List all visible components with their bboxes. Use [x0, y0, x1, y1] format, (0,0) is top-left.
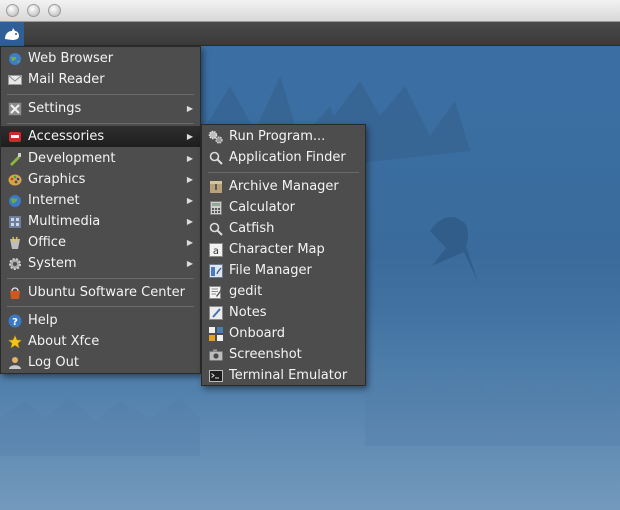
globe-icon: [7, 51, 22, 66]
menu-item-file-manager[interactable]: File Manager: [202, 260, 365, 281]
submenu-arrow-icon: ▶: [186, 217, 193, 226]
menu-item-notes[interactable]: Notes: [202, 302, 365, 323]
mail-icon: [7, 72, 22, 87]
menu-item-application-finder[interactable]: Application Finder: [202, 147, 365, 168]
logout-icon: [7, 355, 22, 370]
settings-icon: [7, 101, 22, 116]
system-icon: [7, 256, 22, 271]
menu-item-onboard[interactable]: Onboard: [202, 323, 365, 344]
calculator-icon: [208, 200, 223, 215]
multimedia-icon: [7, 214, 22, 229]
file-manager-icon: [208, 263, 223, 278]
menu-item-log-out[interactable]: Log Out: [1, 352, 200, 373]
submenu-arrow-icon: ▶: [186, 132, 193, 141]
zoom-window-button[interactable]: [48, 4, 61, 17]
search-icon: [208, 221, 223, 236]
applications-menu: Web Browser Mail Reader Settings ▶ Acces…: [0, 46, 201, 374]
menu-item-web-browser[interactable]: Web Browser: [1, 48, 200, 69]
menu-separator: [7, 123, 194, 124]
menu-item-settings[interactable]: Settings ▶: [1, 98, 200, 119]
internet-icon: [7, 193, 22, 208]
menu-item-terminal-emulator[interactable]: Terminal Emulator: [202, 365, 365, 386]
menu-separator: [7, 278, 194, 279]
top-panel: [0, 22, 620, 46]
menu-item-mail-reader[interactable]: Mail Reader: [1, 69, 200, 90]
menu-item-office[interactable]: Office ▶: [1, 232, 200, 253]
menu-item-multimedia[interactable]: Multimedia ▶: [1, 211, 200, 232]
menu-item-accessories[interactable]: Accessories ▶: [1, 126, 200, 147]
camera-icon: [208, 347, 223, 362]
accessories-icon: [7, 129, 22, 144]
menu-item-about-xfce[interactable]: About Xfce: [1, 331, 200, 352]
bird-silhouette: [430, 217, 478, 282]
development-icon: [7, 151, 22, 166]
submenu-arrow-icon: ▶: [186, 196, 193, 205]
character-map-icon: a: [208, 242, 223, 257]
menu-item-system[interactable]: System ▶: [1, 253, 200, 274]
accessories-submenu: Run Program... Application Finder Archiv…: [201, 124, 366, 386]
submenu-arrow-icon: ▶: [186, 104, 193, 113]
software-center-icon: [7, 285, 22, 300]
submenu-arrow-icon: ▶: [186, 175, 193, 184]
terminal-icon: [208, 368, 223, 383]
menu-item-help[interactable]: ? Help: [1, 310, 200, 331]
menu-separator: [7, 94, 194, 95]
search-icon: [208, 150, 223, 165]
run-program-icon: [208, 129, 223, 144]
menu-item-ubuntu-software-center[interactable]: Ubuntu Software Center: [1, 282, 200, 303]
menu-item-internet[interactable]: Internet ▶: [1, 190, 200, 211]
menu-item-calculator[interactable]: Calculator: [202, 197, 365, 218]
menu-item-screenshot[interactable]: Screenshot: [202, 344, 365, 365]
xfce-mouse-icon: [5, 28, 19, 40]
keyboard-icon: [208, 326, 223, 341]
notes-icon: [208, 305, 223, 320]
menu-item-gedit[interactable]: gedit: [202, 281, 365, 302]
graphics-icon: [7, 172, 22, 187]
star-icon: [7, 334, 22, 349]
menu-item-run-program[interactable]: Run Program...: [202, 126, 365, 147]
window-titlebar: [0, 0, 620, 22]
submenu-arrow-icon: ▶: [186, 154, 193, 163]
applications-menu-button[interactable]: [0, 22, 24, 46]
help-icon: ?: [7, 313, 22, 328]
menu-separator: [7, 306, 194, 307]
text-editor-icon: [208, 284, 223, 299]
submenu-arrow-icon: ▶: [186, 259, 193, 268]
svg-text:a: a: [212, 246, 218, 257]
office-icon: [7, 235, 22, 250]
svg-text:?: ?: [12, 317, 18, 328]
archive-icon: [208, 179, 223, 194]
menu-item-character-map[interactable]: a Character Map: [202, 239, 365, 260]
submenu-arrow-icon: ▶: [186, 238, 193, 247]
menu-item-graphics[interactable]: Graphics ▶: [1, 169, 200, 190]
menu-item-archive-manager[interactable]: Archive Manager: [202, 176, 365, 197]
minimize-window-button[interactable]: [27, 4, 40, 17]
close-window-button[interactable]: [6, 4, 19, 17]
menu-separator: [208, 172, 359, 173]
menu-item-catfish[interactable]: Catfish: [202, 218, 365, 239]
menu-item-development[interactable]: Development ▶: [1, 148, 200, 169]
